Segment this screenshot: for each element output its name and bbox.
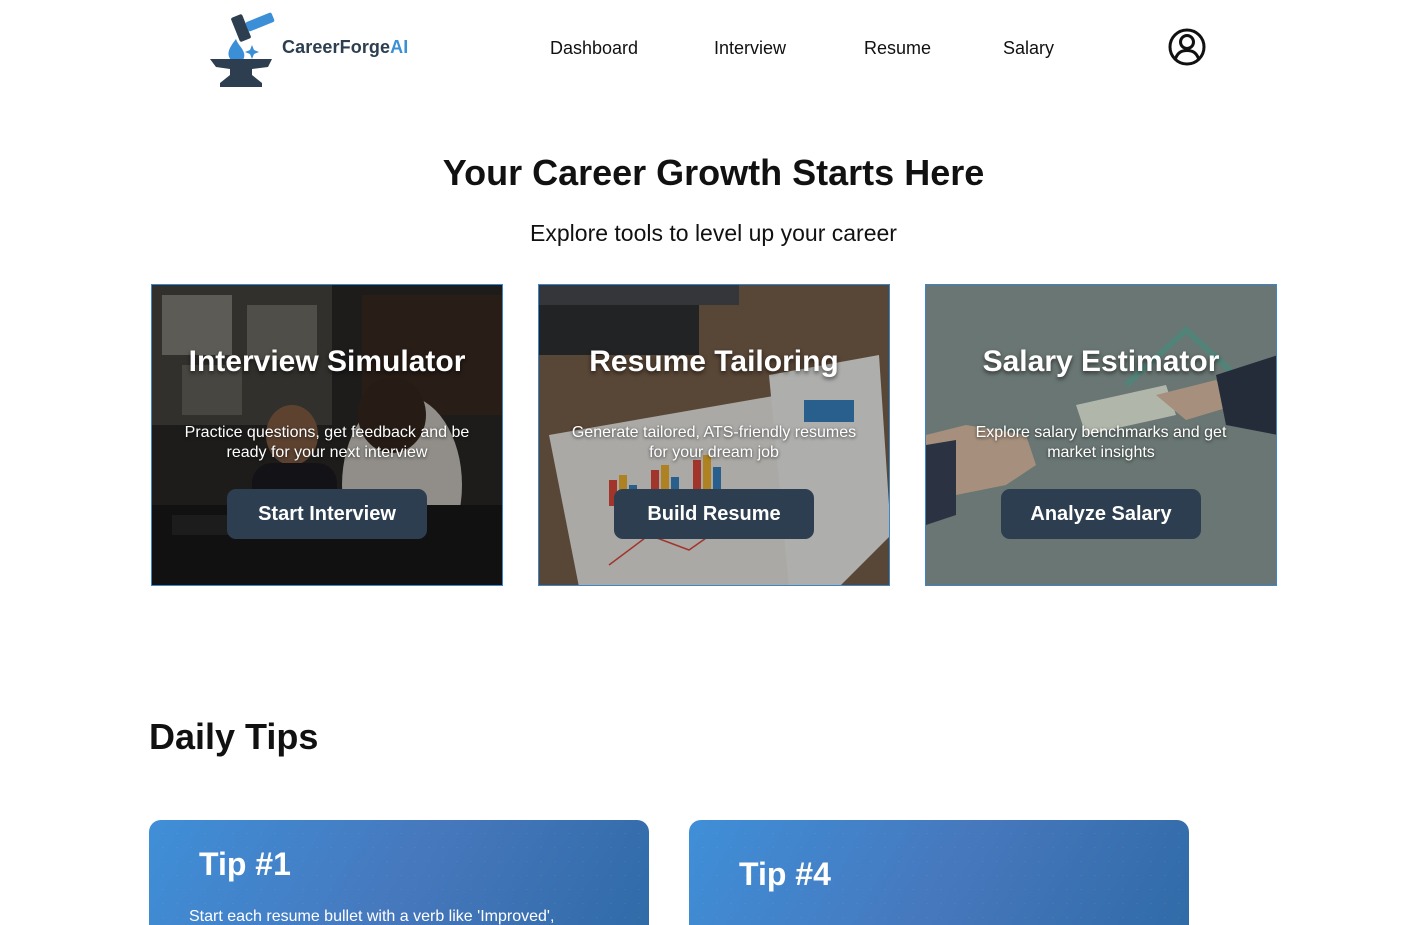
user-circle-icon[interactable] [1167, 27, 1207, 67]
build-resume-button[interactable]: Build Resume [614, 489, 814, 539]
main-nav: Dashboard Interview Resume Salary [0, 38, 1427, 62]
tool-card-title: Salary Estimator [982, 345, 1220, 378]
tool-card-title: Resume Tailoring [589, 345, 839, 378]
page-subtitle: Explore tools to level up your career [530, 220, 897, 246]
top-header: CareerForgeAI Dashboard Interview Resume… [0, 0, 1427, 100]
tool-card-description: Generate tailored, ATS-friendly resumes … [571, 424, 857, 461]
tool-card-salary: Salary Estimator Explore salary benchmar… [925, 284, 1277, 586]
tool-card-description: Explore salary benchmarks and get market… [975, 424, 1227, 461]
nav-salary[interactable]: Salary [1003, 38, 1054, 59]
page-title: Your Career Growth Starts Here [442, 152, 985, 193]
tip-text: Start each resume bullet with a verb lik… [189, 908, 555, 925]
daily-tips-heading: Daily Tips [149, 716, 319, 757]
tip-card: Tip #4 [689, 820, 1189, 925]
tool-card-interview: Interview Simulator Practice questions, … [151, 284, 503, 586]
tip-label: Tip #4 [739, 856, 831, 892]
tool-card-description: Practice questions, get feedback and be … [184, 424, 470, 461]
nav-dashboard[interactable]: Dashboard [550, 38, 638, 59]
tool-card-title: Interview Simulator [188, 345, 466, 378]
nav-resume[interactable]: Resume [864, 38, 931, 59]
tool-card-resume: Resume Tailoring Generate tailored, ATS-… [538, 284, 890, 586]
tip-label: Tip #1 [199, 846, 291, 882]
analyze-salary-button[interactable]: Analyze Salary [1001, 489, 1201, 539]
nav-interview[interactable]: Interview [714, 38, 786, 59]
tip-card: Tip #1 Start each resume bullet with a v… [149, 820, 649, 925]
start-interview-button[interactable]: Start Interview [227, 489, 427, 539]
